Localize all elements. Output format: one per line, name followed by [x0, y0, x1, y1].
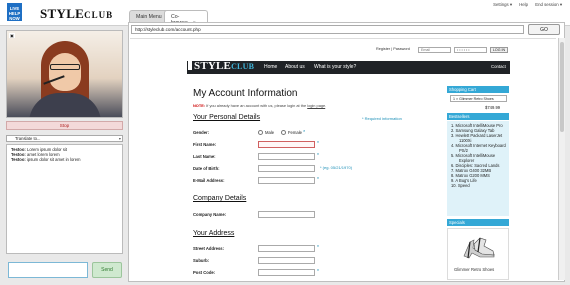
suburb-label: Suburb:	[193, 258, 210, 263]
street-label: Street Address:	[193, 246, 225, 251]
cart-total: $749.99	[485, 105, 501, 110]
shoe-image	[463, 237, 495, 259]
required-star: *	[317, 141, 319, 147]
nav-style[interactable]: What is your style?	[314, 64, 356, 70]
chat-author: Testoo:	[11, 157, 26, 162]
register-links[interactable]: Register | Password	[376, 47, 410, 51]
site-login-button[interactable]: LOG IN	[490, 47, 508, 53]
chat-input[interactable]	[8, 262, 88, 278]
section-address: Your Address	[193, 230, 235, 237]
section-personal: Your Personal Details	[193, 114, 261, 121]
company-name-input[interactable]	[258, 211, 315, 218]
email-input[interactable]	[258, 177, 315, 184]
brand-subname: CLUB	[84, 10, 114, 20]
chevron-down-icon: ▾	[118, 136, 121, 141]
chat-text: ipsum dolor sit amet in lorem	[26, 157, 81, 162]
site-password-input[interactable]: • • • • • •	[454, 47, 487, 53]
section-company: Company Details	[193, 195, 247, 202]
bestseller-item[interactable]: 10. Speed	[451, 183, 507, 188]
radio-icon	[258, 130, 263, 135]
email-label: E-Mail Address:	[193, 178, 225, 183]
required-star: *	[303, 130, 306, 136]
dob-input[interactable]	[258, 165, 315, 172]
url-input[interactable]: http://styleclub.com/account.php	[131, 25, 524, 34]
nav-home[interactable]: Home	[264, 64, 277, 70]
radio-label: Male	[265, 130, 275, 135]
radio-label: Female	[288, 130, 302, 135]
dob-label: Date of Birth:	[193, 166, 220, 171]
last-name-label: Last Name:	[193, 154, 216, 159]
site-logo-main: STYLE	[194, 60, 232, 72]
dob-hint: * (eg. 05/21/1970)	[320, 165, 353, 170]
gender-label: Gender:	[193, 130, 210, 135]
livehelp-logo: LIVE HELP NOW	[7, 3, 22, 21]
post-code-input[interactable]	[258, 269, 315, 276]
note-label: NOTE:	[193, 103, 206, 108]
required-note: * Required information	[362, 116, 402, 121]
translate-label: Translate to...	[15, 136, 41, 141]
male-radio[interactable]: Male	[258, 130, 274, 135]
required-star: *	[317, 153, 319, 159]
help-link[interactable]: Help	[519, 2, 528, 7]
scrollbar[interactable]	[558, 38, 565, 280]
radio-icon	[281, 130, 286, 135]
login-page-link[interactable]: login page	[307, 103, 325, 108]
bestseller-item[interactable]: 3. Hewlett Packard LaserJet 1100Xi	[451, 133, 507, 143]
nav-contact[interactable]: Contact	[491, 64, 506, 69]
special-product-name[interactable]: Glimmer Retro Shoes	[454, 267, 494, 272]
go-button[interactable]: GO	[528, 24, 560, 35]
required-star: *	[317, 245, 319, 251]
brand-logo: STYLECLUB	[40, 6, 113, 22]
chat-line: Testoo: ipsum dolor sit amet in lorem	[11, 157, 118, 162]
site-logo-sub: CLUB	[231, 62, 255, 71]
female-radio[interactable]: Female *	[281, 130, 305, 136]
agent-video: ▣	[6, 30, 123, 118]
camera-icon[interactable]: ▣	[9, 33, 15, 38]
note-text: If you already have an account with us, …	[206, 103, 307, 108]
shopping-cart-header: Shopping Cart	[447, 86, 509, 93]
bestseller-item[interactable]: 4. Microsoft Internet Keyboard PS/2	[451, 143, 507, 153]
first-name-label: First Name:	[193, 142, 217, 147]
chat-log: Testoo: Lorem ipsum dolor sit Testoo: am…	[6, 144, 123, 254]
bestseller-item[interactable]: 5. Microsoft IntelliMouse Explorer	[451, 153, 507, 163]
send-button[interactable]: Send	[92, 262, 122, 278]
required-star: *	[317, 177, 319, 183]
logo-line: NOW	[9, 16, 20, 21]
last-name-input[interactable]	[258, 153, 315, 160]
brand-name: STYLE	[40, 6, 85, 21]
page-title: My Account Information	[193, 88, 298, 99]
first-name-input[interactable]	[258, 141, 315, 148]
stop-button[interactable]: Stop	[6, 121, 123, 130]
end-session-menu[interactable]: End session ▾	[535, 2, 562, 7]
bestsellers-list: 1. Microsoft IntelliMouse Pro 2. Samsung…	[447, 121, 509, 216]
cart-item-select[interactable]: 1 × Glimmer Retro Shoes	[450, 95, 507, 102]
company-name-label: Company Name:	[193, 212, 227, 217]
specials-header: Specials	[447, 219, 509, 226]
street-input[interactable]	[258, 245, 315, 252]
post-code-label: Post Code:	[193, 270, 216, 275]
top-links: Settings ▾ Help End session ▾	[487, 2, 562, 8]
login-note: NOTE: If you already have an account wit…	[193, 103, 327, 108]
scrollbar-thumb[interactable]	[560, 42, 564, 132]
translate-select[interactable]: Translate to... ▾	[6, 135, 123, 142]
suburb-input[interactable]	[258, 257, 315, 264]
bestsellers-header: Bestsellers	[447, 113, 509, 120]
site-email-input[interactable]: Email	[418, 47, 451, 53]
tab-label: Main Menu	[136, 14, 162, 20]
settings-menu[interactable]: Settings ▾	[493, 2, 512, 7]
special-product[interactable]: Glimmer Retro Shoes	[447, 228, 509, 280]
required-star: *	[317, 269, 319, 275]
site-logo[interactable]: STYLECLUB	[188, 60, 254, 72]
nav-about[interactable]: About us	[285, 64, 305, 70]
